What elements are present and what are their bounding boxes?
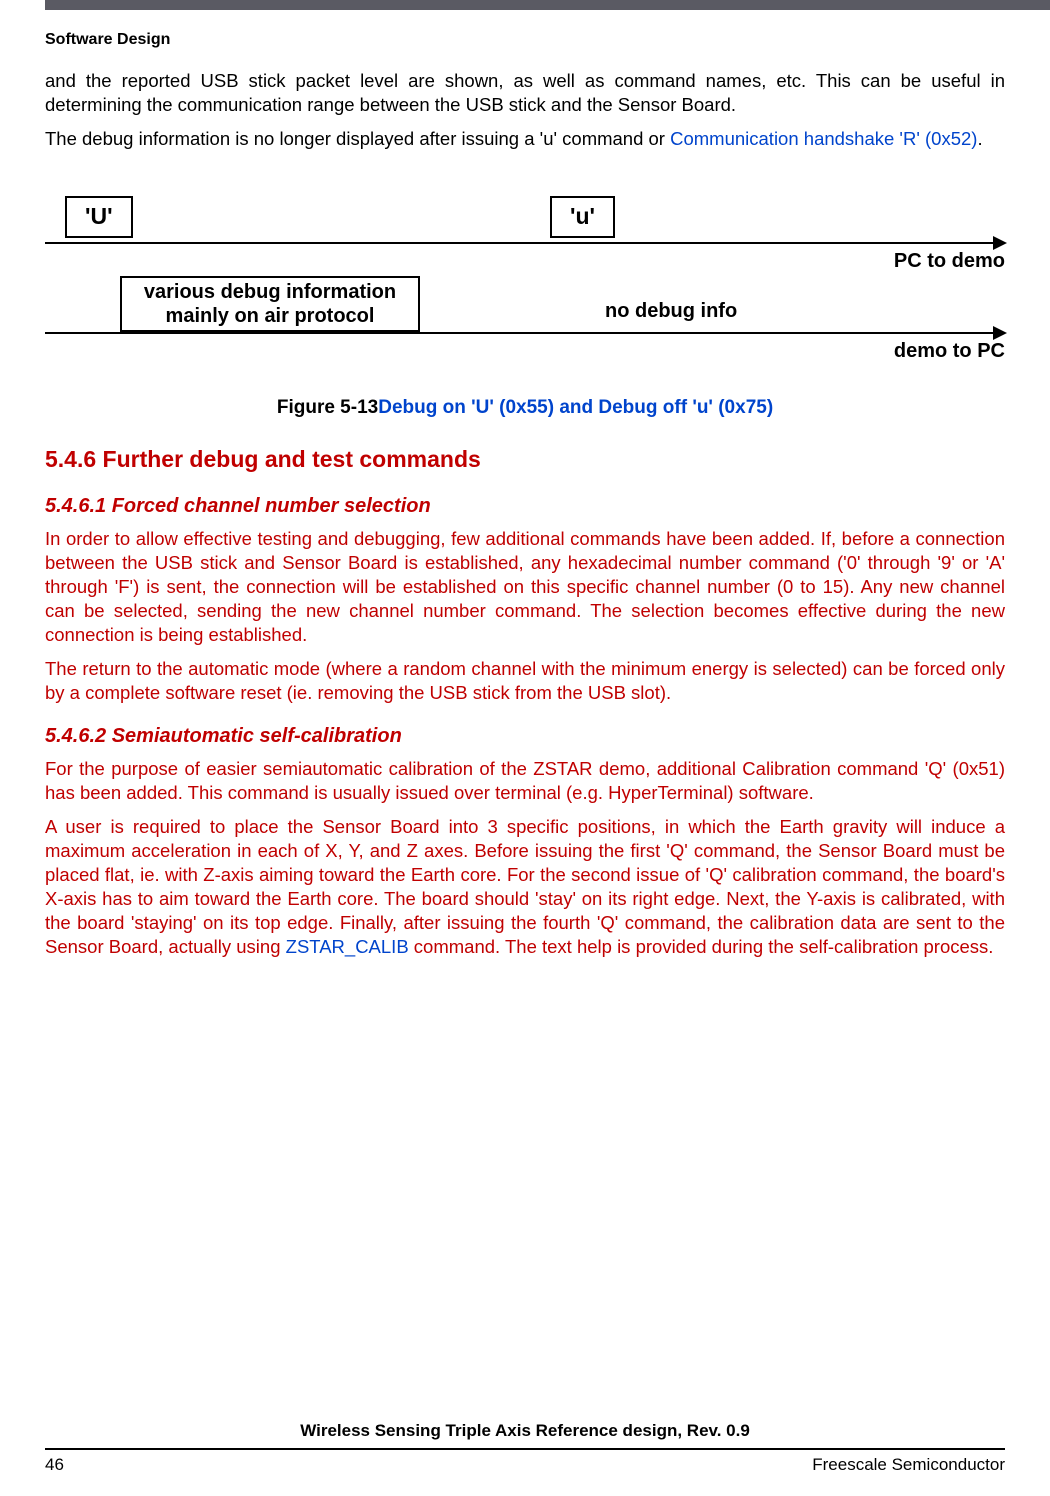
- label-pc-to-demo: PC to demo: [894, 248, 1005, 274]
- label-demo-to-pc: demo to PC: [894, 338, 1005, 364]
- heading-5-4-6: 5.4.6 Further debug and test commands: [45, 445, 1005, 475]
- figure-title: Debug on 'U' (0x55) and Debug off 'u' (0…: [378, 397, 773, 418]
- section-5-4-6-2-body: For the purpose of easier semiautomatic …: [45, 757, 1005, 959]
- debug-info-box: various debug information mainly on air …: [120, 276, 420, 332]
- s5462-p2: A user is required to place the Sensor B…: [45, 815, 1005, 959]
- intro-p1: and the reported USB stick packet level …: [45, 69, 1005, 117]
- s5462-p2b: command. The text help is provided durin…: [409, 936, 994, 957]
- footer-vendor: Freescale Semiconductor: [812, 1454, 1005, 1476]
- s5461-p2: The return to the automatic mode (where …: [45, 657, 1005, 705]
- figure-caption: Figure 5-13Debug on 'U' (0x55) and Debug…: [45, 396, 1005, 421]
- label-no-debug: no debug info: [605, 298, 737, 324]
- heading-5-4-6-1: 5.4.6.1 Forced channel number selection: [45, 493, 1005, 519]
- cmd-box-upper-u: 'U': [65, 196, 133, 238]
- footer-doc-title: Wireless Sensing Triple Axis Reference d…: [45, 1420, 1005, 1450]
- page-content: Software Design and the reported USB sti…: [45, 30, 1005, 969]
- intro-p2: The debug information is no longer displ…: [45, 127, 1005, 151]
- section-5-4-6-1-body: In order to allow effective testing and …: [45, 527, 1005, 705]
- intro-p2b: .: [977, 128, 982, 149]
- debug-info-line2: mainly on air protocol: [132, 304, 408, 328]
- footer-row: 46 Freescale Semiconductor: [45, 1454, 1005, 1476]
- section-header: Software Design: [45, 30, 1005, 51]
- s5462-p1: For the purpose of easier semiautomatic …: [45, 757, 1005, 805]
- debug-info-line1: various debug information: [132, 280, 408, 304]
- heading-5-4-6-2: 5.4.6.2 Semiautomatic self-calibration: [45, 723, 1005, 749]
- footer-page-number: 46: [45, 1454, 64, 1476]
- line-pc-to-demo: [45, 242, 995, 244]
- cmd-box-lower-u: 'u': [550, 196, 615, 238]
- line-demo-to-pc: [45, 332, 995, 334]
- intro-p2a: The debug information is no longer displ…: [45, 128, 670, 149]
- page-footer: Wireless Sensing Triple Axis Reference d…: [45, 1420, 1005, 1476]
- link-communication-handshake[interactable]: Communication handshake 'R' (0x52): [670, 128, 977, 149]
- top-bar: [45, 0, 1050, 10]
- s5461-p1: In order to allow effective testing and …: [45, 527, 1005, 647]
- figure-number: Figure 5-13: [277, 397, 378, 418]
- link-zstar-calib[interactable]: ZSTAR_CALIB: [286, 936, 409, 957]
- debug-diagram: 'U' 'u' PC to demo various debug informa…: [45, 186, 1005, 396]
